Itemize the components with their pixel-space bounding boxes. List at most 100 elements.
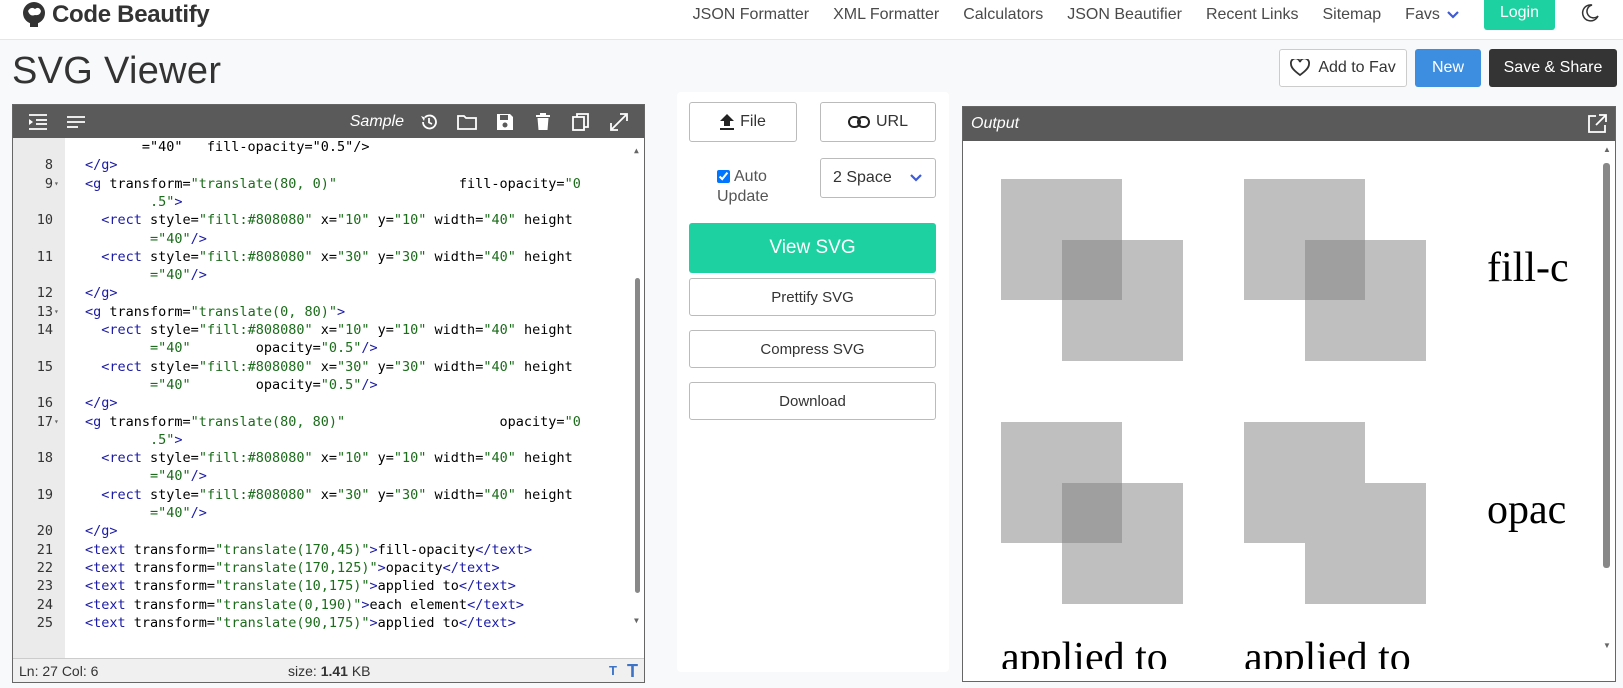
code-token: > [369,578,378,595]
code-line: 25 <text transform="translate(90,175)">ap… [13,614,633,632]
code-token: ="40" [85,267,191,284]
code-line: 14 <rect style="fill:#808080" x="10" y="… [13,321,633,339]
expand-icon[interactable] [600,105,638,138]
line-number: 24 [36,596,53,613]
code-token: "30" [393,486,427,503]
code-line: ="40" opacity="0.5"/> [13,339,633,357]
code-token: applied to [377,614,459,631]
output-scrollbar[interactable]: ▲ ▼ [1601,145,1611,669]
view-svg-button[interactable]: View SVG [689,223,936,273]
auto-update-checkbox[interactable] [717,170,730,184]
open-external-icon[interactable] [1587,114,1607,134]
line-number: 12 [36,285,53,302]
code-token: <text [85,614,134,631]
code-token: opacity [385,559,443,576]
nav-link-sitemap[interactable]: Sitemap [1322,6,1381,24]
code-token: style= [150,248,199,265]
editor-scroll-thumb[interactable] [635,278,640,593]
folder-icon[interactable] [448,105,486,138]
copy-icon[interactable] [562,105,600,138]
code-text: </g> [85,284,118,302]
code-token: ="40" [85,505,191,521]
font-size-controls: T T [609,662,638,680]
scroll-up-icon[interactable]: ▲ [634,146,639,155]
save-share-button[interactable]: Save & Share [1489,49,1617,87]
prettify-svg-button[interactable]: Prettify SVG [689,278,936,316]
indent-icon[interactable] [19,105,57,138]
line-number: 8 [44,157,53,174]
opacity-group-2 [1244,422,1426,604]
output-scroll-thumb[interactable] [1603,163,1610,568]
code-token: width= [426,322,484,338]
code-token: "40" [483,486,516,503]
line-number: 20 [36,523,53,540]
code-text: <rect style="fill:#808080" x="30" y="30"… [85,248,573,266]
fold-arrow-icon[interactable]: ▾ [54,303,59,321]
code-token: x= [312,450,337,467]
line-number: 19 [36,486,53,503]
history-icon[interactable] [410,105,448,138]
code-token: "translate(80, 0)" [190,175,337,192]
code-token: <text [85,578,134,595]
scroll-up-icon[interactable]: ▲ [1603,145,1611,154]
code-text: </g> [85,156,118,174]
code-area[interactable]: ="40" fill-opacity="0.5"/> 8 </g> 9 ▾ <g tran… [13,138,644,658]
code-token: y= [369,450,394,467]
compress-svg-button[interactable]: Compress SVG [689,330,936,368]
code-token: "40" [483,322,516,338]
code-text: <rect style="fill:#808080" x="10" y="10"… [85,211,573,229]
nav-link-calculators[interactable]: Calculators [963,6,1043,24]
code-token: > [377,559,386,576]
font-decrease-icon[interactable]: T [609,663,617,679]
code-token: "0.5" [320,340,362,357]
auto-update-toggle[interactable]: Auto Update [717,167,769,207]
nav-link-json-formatter[interactable]: JSON Formatter [693,6,809,24]
trash-icon[interactable] [524,105,562,138]
moon-icon[interactable] [1581,3,1599,27]
auto-update-label-1: Auto [734,168,767,185]
nav-link-json-beautifier[interactable]: JSON Beautifier [1067,6,1182,24]
code-token: fill-opacity= [336,175,565,192]
code-token: > [174,431,183,448]
code-token: "30" [337,248,370,265]
brand-logo[interactable]: Code Beautify [20,0,210,30]
save-icon[interactable] [486,105,524,138]
login-button[interactable]: Login [1483,0,1555,30]
editor-scrollbar[interactable]: ▲ ▼ [632,146,642,625]
file-size-unit: KB [347,662,371,679]
format-lines-icon[interactable] [57,105,95,138]
indent-select[interactable]: 2 Space [820,158,936,198]
code-token: "30" [393,248,427,265]
new-button[interactable]: New [1415,49,1481,87]
brand-name: Code Beautify [52,1,210,28]
scroll-down-icon[interactable]: ▼ [1603,641,1611,650]
code-token: "40" [483,248,516,265]
code-token: style= [150,486,199,503]
url-button[interactable]: URL [820,102,936,142]
code-token: "40" [483,212,516,229]
favs-dropdown[interactable]: Favs [1405,6,1460,24]
code-text: ="40" fill-opacity="0.5"/> [85,138,370,156]
font-increase-icon[interactable]: T [627,662,638,680]
nav-link-xml-formatter[interactable]: XML Formatter [833,6,939,24]
code-token: fill-opacity [377,541,476,558]
line-number: 18 [36,450,53,467]
code-token: height [515,486,573,503]
code-token: /> [190,505,207,521]
sample-link[interactable]: Sample [350,113,404,131]
nav-link-recent-links[interactable]: Recent Links [1206,6,1299,24]
code-text: <g transform="translate(80, 0)" fill-opa… [85,175,581,193]
code-text: <rect style="fill:#808080" x="30" y="30"… [85,486,573,504]
fold-arrow-icon[interactable]: ▾ [54,413,59,431]
download-button[interactable]: Download [689,382,936,420]
code-token: ="40" fill-opacity="0.5"/> [85,139,370,155]
add-to-fav-button[interactable]: Add to Fav [1279,49,1407,87]
fold-arrow-icon[interactable]: ▾ [54,175,59,193]
file-upload-button[interactable]: File [689,102,797,142]
rect [1062,240,1183,361]
scroll-down-icon[interactable]: ▼ [634,616,639,625]
code-token: "10" [393,450,427,467]
code-token: height [515,212,573,229]
code-token: > [174,193,183,210]
svg-label-opacity: opac [1487,487,1566,533]
